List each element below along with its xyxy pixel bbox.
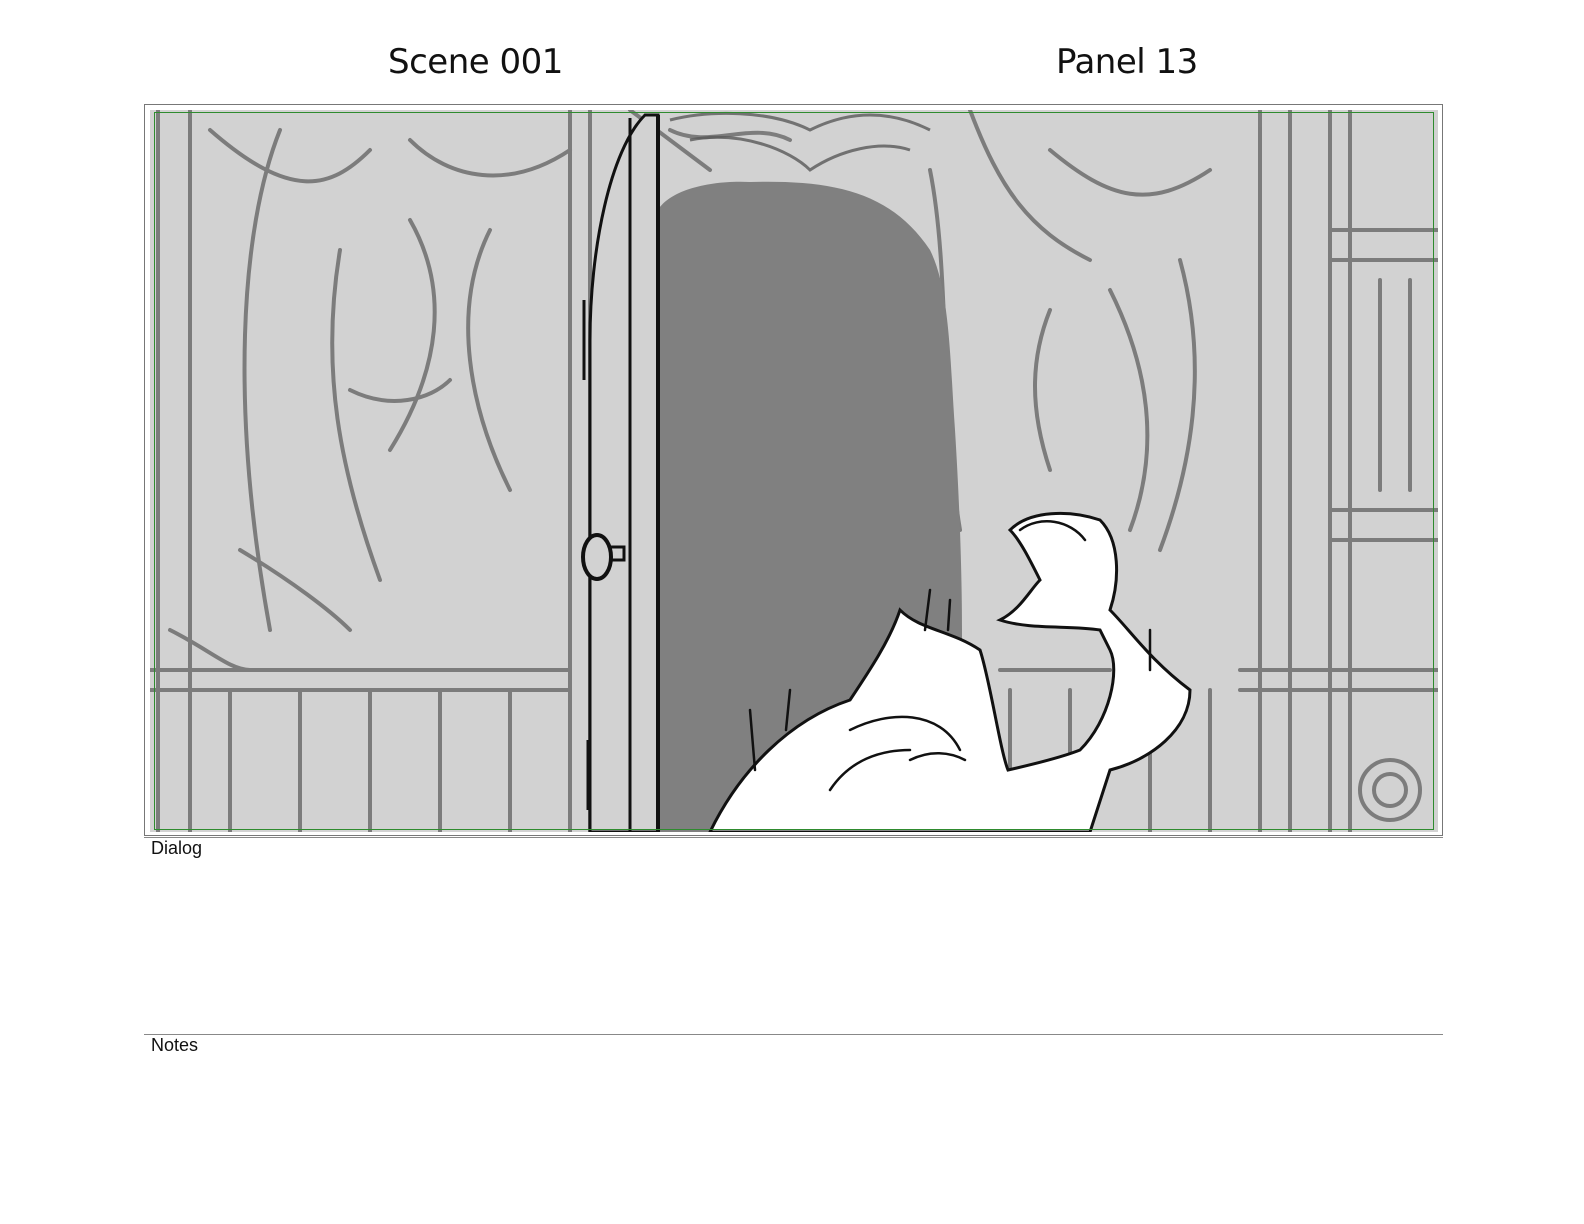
notes-divider [144, 1034, 1443, 1035]
notes-label: Notes [151, 1035, 199, 1055]
dialog-text [151, 866, 1436, 1016]
panel-image [150, 110, 1438, 832]
dialog-label: Dialog [151, 838, 203, 858]
dialog-divider [144, 837, 1443, 838]
notes-text [151, 1063, 1436, 1203]
scene-label: Scene 001 [388, 42, 563, 82]
storyboard-sketch-icon [150, 110, 1438, 832]
panel-label: Panel 13 [1056, 42, 1198, 82]
